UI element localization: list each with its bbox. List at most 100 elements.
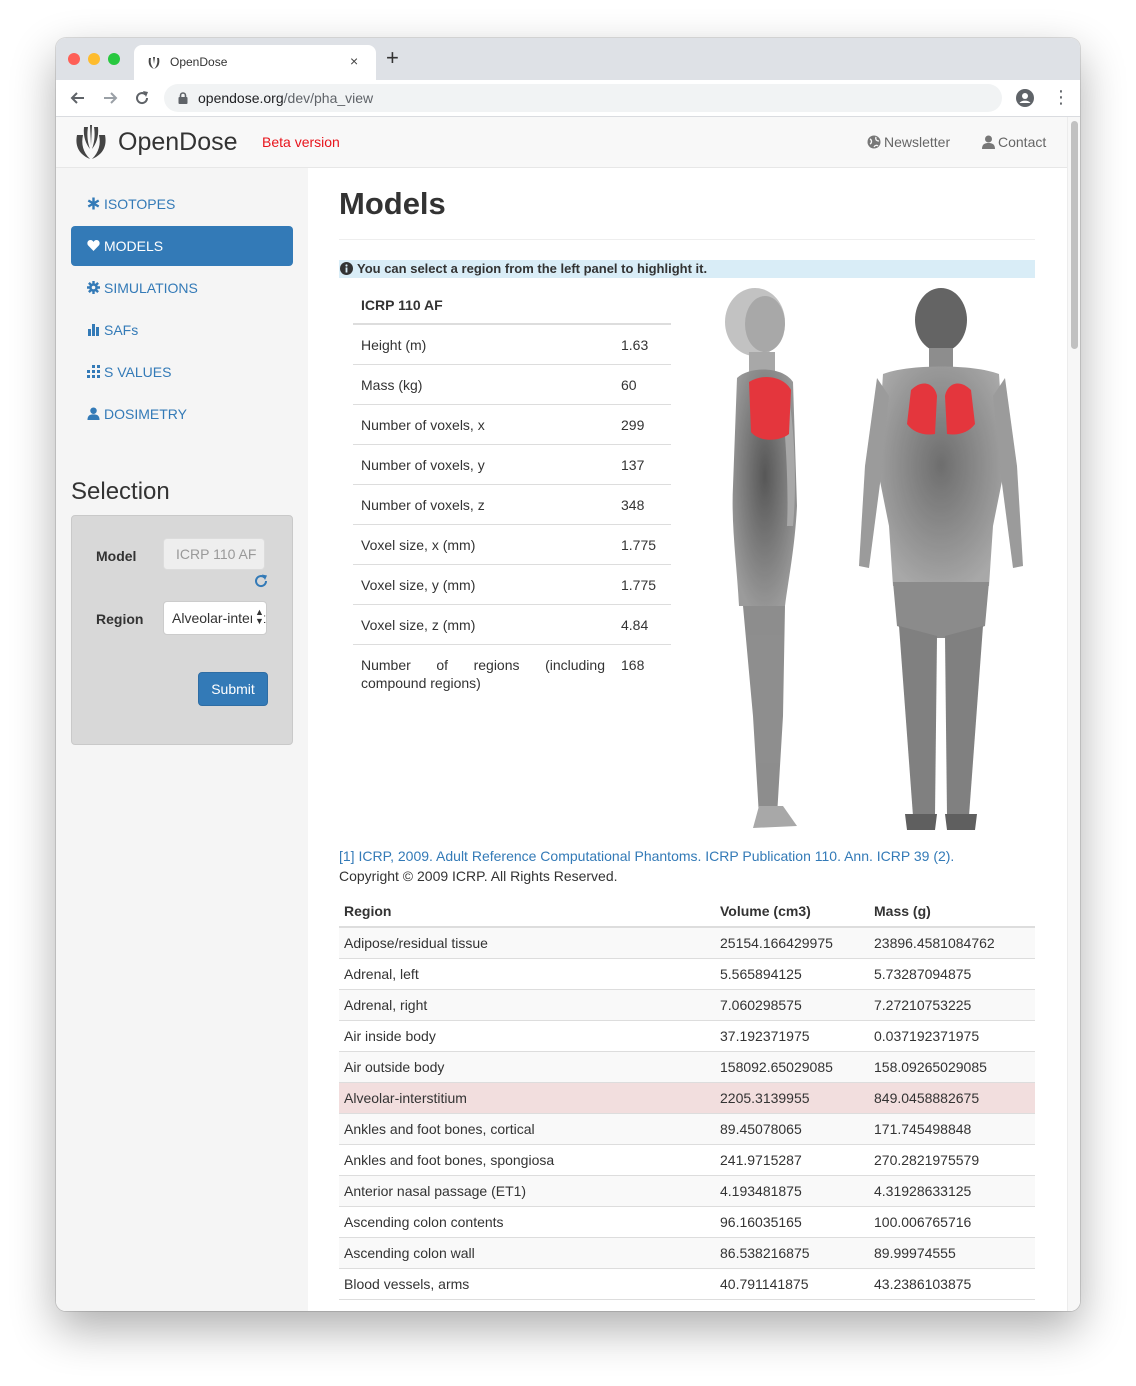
highlighted-organ-side [749,376,791,440]
new-tab-button[interactable]: + [386,47,399,69]
sidebar-item-label: SIMULATIONS [104,280,198,296]
region-cell: Adipose/residual tissue [339,927,715,959]
volume-cell: 241.9715287 [715,1144,869,1176]
page-scrollbar[interactable] [1067,117,1080,1311]
table-row: Air inside body 37.192371975 0.03719237197… [339,1020,1035,1052]
highlighted-organ-front-right [945,383,975,435]
mass-cell: 0.037192371975 [869,1020,1035,1052]
mass-cell: 158.09265029085 [869,1051,1035,1083]
mass-cell: 7.27210753225 [869,989,1035,1021]
selection-title: Selection [71,478,170,505]
arrow-left-icon [70,92,84,104]
property-value: 168 [621,657,645,673]
volume-cell: 86.538216875 [715,1237,869,1269]
property-label: Voxel size, x (mm) [353,524,613,565]
sidebar-item-dosimetry[interactable]: DOSIMETRY [71,394,293,434]
region-cell: Air outside body [339,1051,715,1083]
sidebar-item-simulations[interactable]: SIMULATIONS [71,268,293,308]
table-row: Number of voxels, x 299 [353,404,671,445]
profile-icon[interactable] [1016,89,1034,107]
lock-icon [178,92,188,104]
browser-tab[interactable]: OpenDose × [134,45,376,80]
selection-form: Model ICRP 110 AF Region Alveolar-inters… [71,515,293,745]
region-cell: Adrenal, right [339,989,715,1021]
alert-text: You can select a region from the left pa… [357,261,708,276]
mass-cell: 100.006765716 [869,1206,1035,1238]
property-value: 1.775 [613,524,671,565]
mass-cell: 270.2821975579 [869,1144,1035,1176]
newsletter-label: Newsletter [884,134,951,150]
property-label: Voxel size, y (mm) [353,564,613,605]
user-icon [87,407,100,420]
region-cell: Ascending colon wall [339,1237,715,1269]
title-divider [339,239,1035,240]
table-row: Voxel size, x (mm) 1.775 [353,524,671,565]
opendose-logo-icon[interactable] [74,123,108,161]
phantom-image [725,288,1023,830]
sidebar-item-safs[interactable]: SAFs [71,310,293,350]
maximize-window-button[interactable] [108,53,120,65]
page-title: Models [339,186,446,221]
tab-close-icon[interactable]: × [350,53,358,69]
sidebar-item-label: S VALUES [104,364,172,380]
region-cell: Air inside body [339,1020,715,1052]
bar-chart-icon [88,324,99,336]
region-label: Region [96,611,144,627]
volume-cell: 2205.3139955 [715,1082,869,1114]
page-viewport: OpenDose Beta version Newsletter Contact… [56,117,1080,1311]
submit-button[interactable]: Submit [198,672,268,706]
table-row: Adrenal, right 7.060298575 7.27210753225 [339,989,1035,1021]
scrollbar-thumb[interactable] [1071,121,1078,349]
sidebar-item-label: DOSIMETRY [104,406,187,422]
table-row: Air outside body 158092.65029085 158.09265… [339,1051,1035,1083]
address-bar[interactable]: opendose.org/dev/pha_view ☆ [164,84,1002,112]
forward-button[interactable] [98,86,122,110]
sidebar-item-isotopes[interactable]: ISOTOPES [71,184,293,224]
property-label: Number of voxels, z [353,484,613,525]
column-header-mass: Mass (g) [869,896,1035,928]
property-value: 60 [613,364,671,405]
contact-link[interactable]: Contact [982,134,1046,150]
sidebar-item-models[interactable]: MODELS [71,226,293,266]
table-row: Mass (kg) 60 [353,364,671,405]
regions-table: Region Volume (cm3) Mass (g) Adipose/res… [339,896,1035,1300]
highlighted-organ-front-left [907,383,937,435]
region-select[interactable]: Alveolar-interstitium ▲▼ [163,601,267,635]
sidebar: ISOTOPES MODELS SIMULATIONS SAFs S VALUE… [56,168,308,1311]
volume-cell: 7.060298575 [715,989,869,1021]
property-value: 1.775 [613,564,671,605]
table-row: Number of regions (including compound re… [353,645,671,703]
region-cell: Alveolar-interstitium [339,1082,715,1114]
newsletter-link[interactable]: Newsletter [867,134,950,150]
reload-icon [136,91,149,105]
phantom-front-view [859,288,1023,830]
refresh-icon[interactable] [253,573,269,589]
minimize-window-button[interactable] [88,53,100,65]
region-cell: Blood vessels, arms [339,1268,715,1300]
volume-cell: 4.193481875 [715,1175,869,1207]
reference-link[interactable]: [1] ICRP, 2009. Adult Reference Computat… [339,848,954,864]
url-text: opendose.org/dev/pha_view [198,90,373,106]
tab-strip: OpenDose × + [56,38,1080,80]
reload-button[interactable] [130,86,154,110]
brand-name[interactable]: OpenDose [118,128,238,157]
mass-cell: 849.0458882675 [869,1082,1035,1114]
phantom-side-view [725,288,797,828]
model-name: ICRP 110 AF [353,286,671,325]
menu-kebab-icon[interactable]: ⋮ [1052,88,1070,106]
arrow-right-icon [104,92,118,104]
close-window-button[interactable] [68,53,80,65]
table-row: Anterior nasal passage (ET1) 4.193481875 4… [339,1175,1035,1207]
back-button[interactable] [66,86,90,110]
info-icon [340,262,353,275]
table-row-highlighted: Alveolar-interstitium 2205.3139955 849.045… [339,1082,1035,1114]
table-row: Ascending colon contents 96.16035165 100.0… [339,1206,1035,1238]
table-row: Number of voxels, z 348 [353,484,671,525]
property-label: Number of regions (including compound re… [361,657,605,691]
region-cell: Anterior nasal passage (ET1) [339,1175,715,1207]
model-input[interactable]: ICRP 110 AF [163,538,265,570]
table-row: Adrenal, left 5.565894125 5.73287094875 [339,958,1035,990]
table-row: Voxel size, z (mm) 4.84 [353,604,671,645]
globe-icon [867,135,881,149]
sidebar-item-s-values[interactable]: S VALUES [71,352,293,392]
